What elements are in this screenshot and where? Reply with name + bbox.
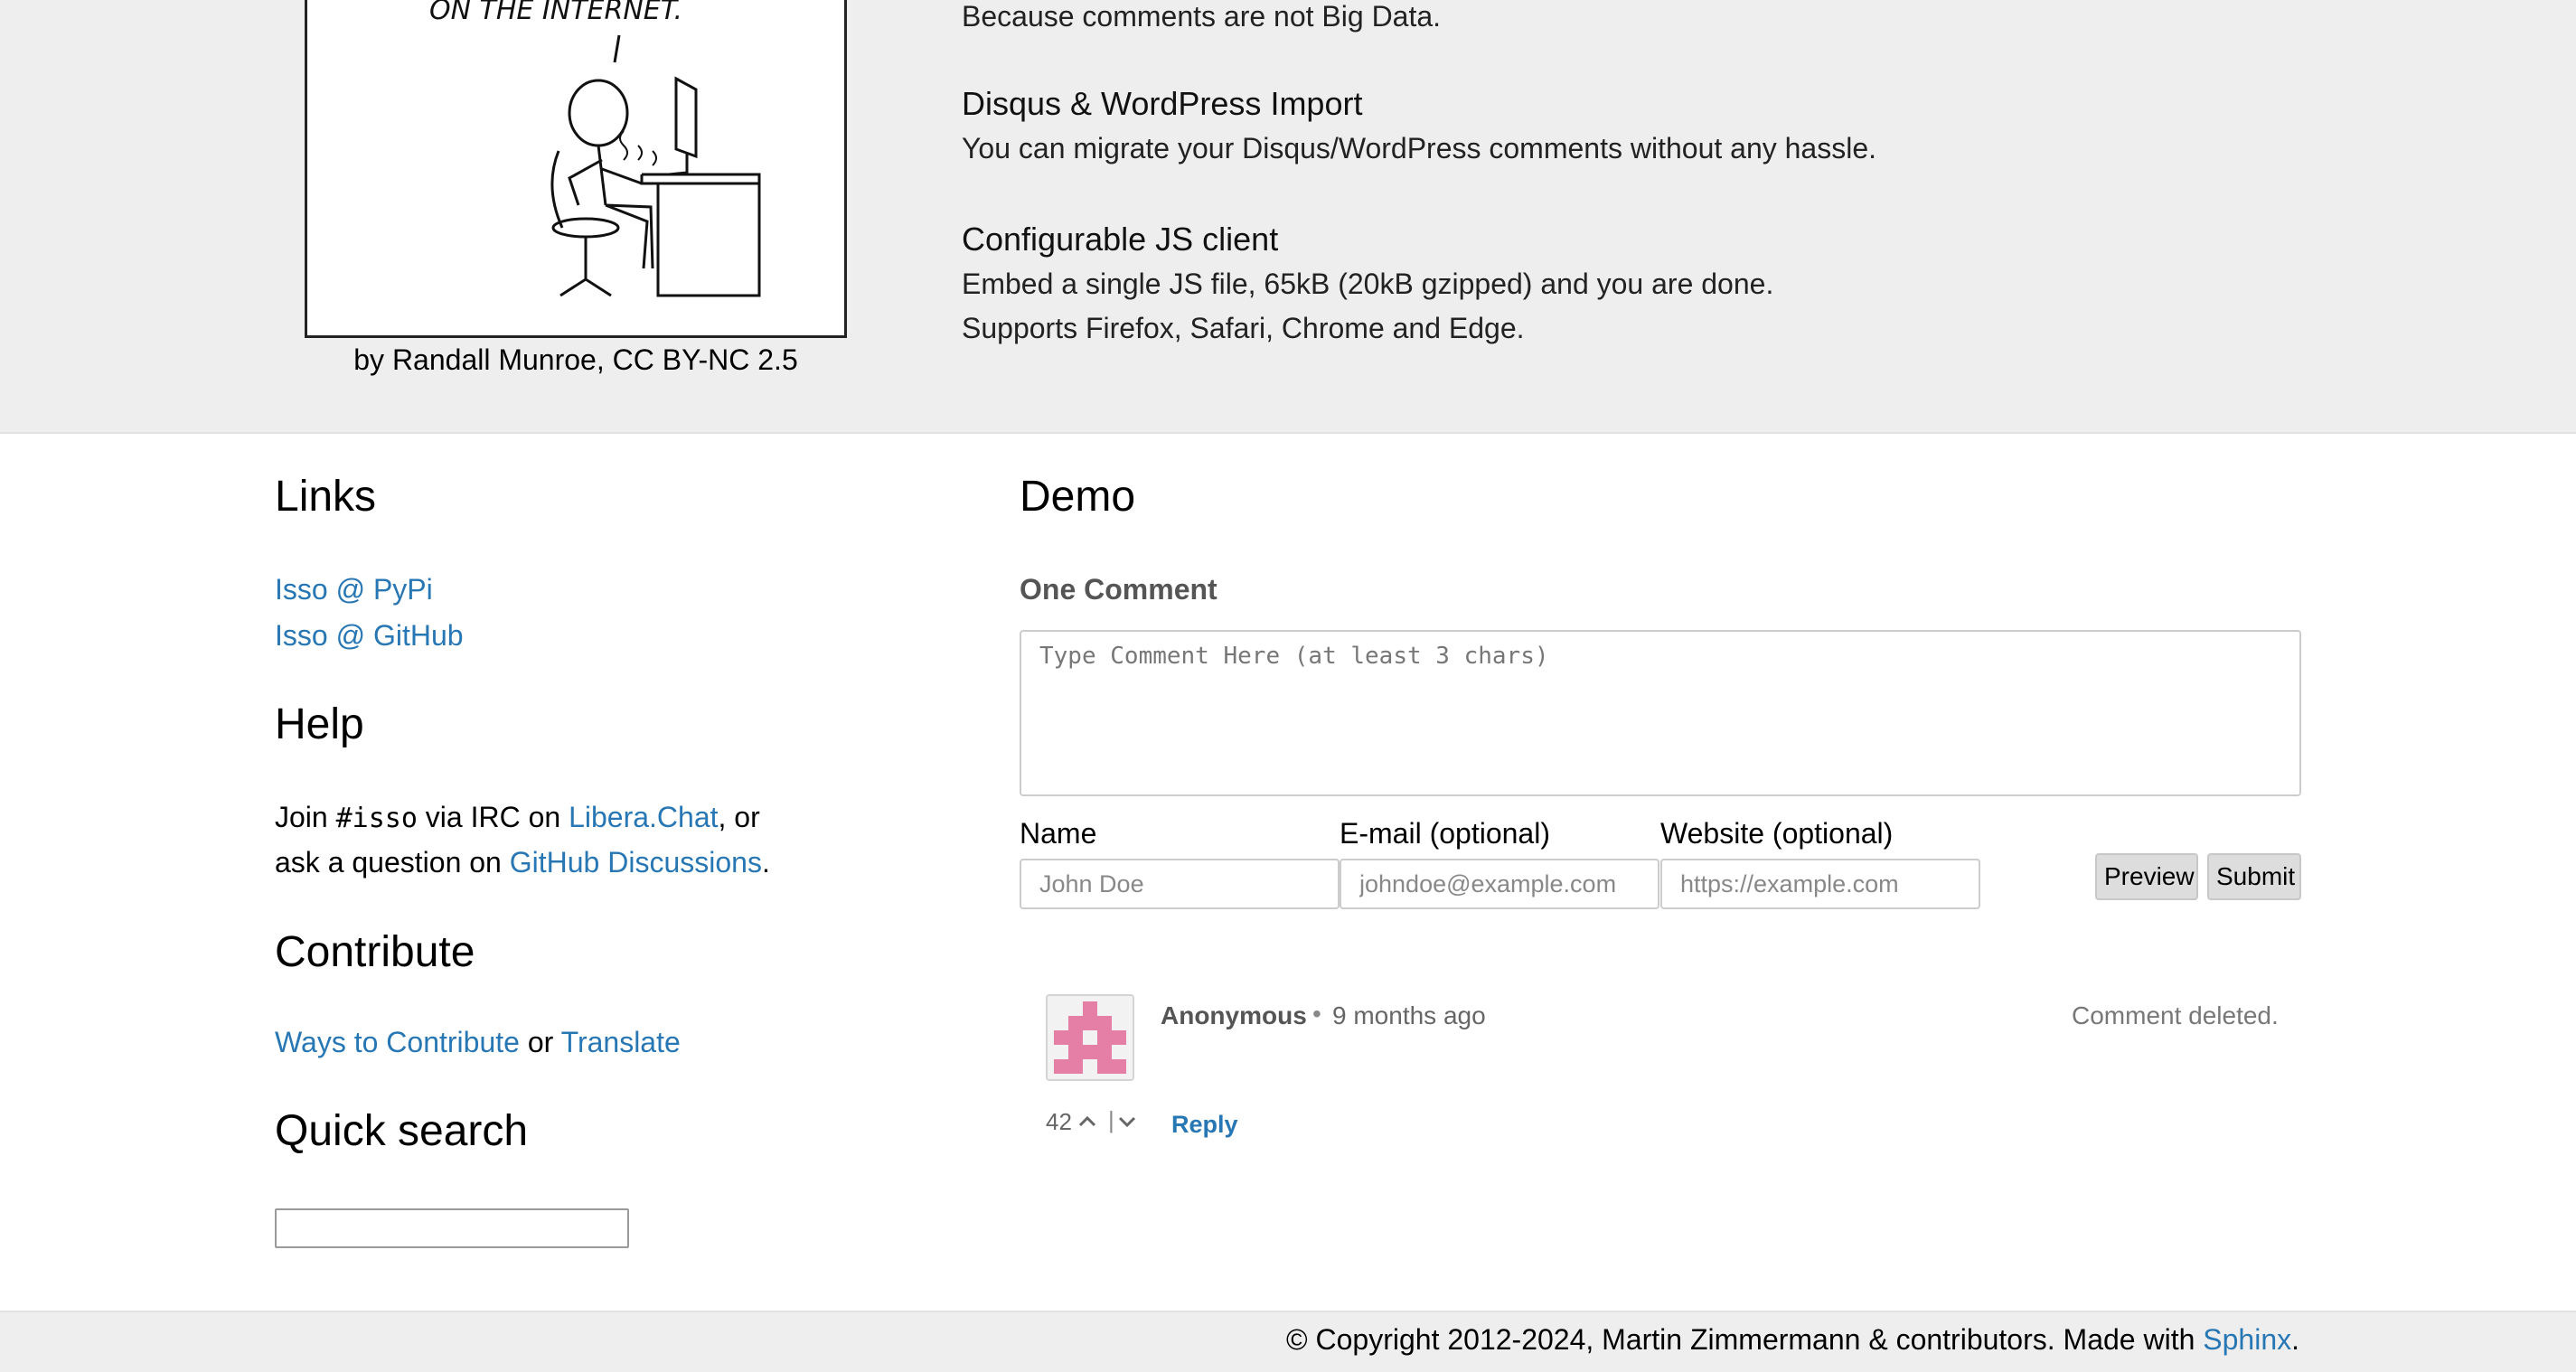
hero-section: ON THE INTERNET. by Randall Munroe, CC B…	[0, 0, 2576, 434]
feature-intro-text: Because comments are not Big Data.	[962, 0, 1442, 33]
footer-copyright-text: © Copyright 2012-2024, Martin Zimmermann…	[1286, 1323, 2204, 1356]
help-text-period: .	[761, 846, 770, 879]
help-text-ask: ask a question on	[275, 846, 510, 879]
vote-count: 42	[1046, 1108, 1072, 1135]
email-input[interactable]	[1340, 859, 1659, 909]
preview-button[interactable]: Preview	[2095, 853, 2198, 900]
contribute-heading: Contribute	[275, 928, 475, 976]
help-line-2: ask a question on GitHub Discussions.	[275, 846, 770, 879]
website-label: Website (optional)	[1660, 817, 1894, 850]
feature-text-js-client-1: Embed a single JS file, 65kB (20kB gzipp…	[962, 268, 1774, 300]
contribute-text-or: or	[519, 1026, 561, 1058]
upvote-icon[interactable]	[1076, 1110, 1099, 1133]
identicon-cell	[1068, 1030, 1083, 1045]
downvote-icon[interactable]	[1115, 1110, 1139, 1133]
xkcd-comic-image: ON THE INTERNET.	[305, 0, 847, 338]
link-isso-pypi[interactable]: Isso @ PyPi	[275, 573, 433, 606]
identicon-cell	[1112, 1059, 1126, 1074]
identicon-cell	[1054, 1030, 1068, 1045]
comment-author: Anonymous	[1161, 1001, 1307, 1029]
link-translate[interactable]: Translate	[561, 1026, 681, 1058]
identicon-cell	[1083, 1045, 1097, 1059]
comment-timestamp[interactable]: 9 months ago	[1332, 1001, 1486, 1030]
email-label: E-mail (optional)	[1340, 817, 1550, 850]
links-heading: Links	[275, 473, 377, 521]
comic-speech-text: ON THE INTERNET.	[429, 0, 682, 26]
reply-link[interactable]: Reply	[1171, 1111, 1238, 1139]
quick-search-heading: Quick search	[275, 1107, 529, 1155]
footer-copyright: © Copyright 2012-2024, Martin Zimmermann…	[1286, 1323, 2299, 1357]
name-input[interactable]	[1020, 859, 1340, 909]
link-isso-github[interactable]: Isso @ GitHub	[275, 619, 464, 653]
feature-text-import: You can migrate your Disqus/WordPress co…	[962, 132, 1877, 164]
link-libera-chat[interactable]: Libera.Chat	[569, 801, 718, 833]
identicon-cell	[1054, 1059, 1068, 1074]
identicon-cell	[1097, 1030, 1112, 1045]
identicon-cell	[1097, 1016, 1112, 1030]
comment-separator: •	[1312, 1000, 1321, 1028]
thread-comment-count: One Comment	[1020, 573, 1217, 606]
quick-search-input[interactable]	[275, 1208, 629, 1248]
help-text-join: Join	[275, 801, 336, 833]
name-label: Name	[1020, 817, 1097, 850]
irc-channel-code: #isso	[335, 803, 418, 834]
website-input[interactable]	[1660, 859, 1980, 909]
identicon-cell	[1097, 1059, 1112, 1074]
link-github-discussions[interactable]: GitHub Discussions	[510, 846, 762, 879]
feature-text-js-client-2: Supports Firefox, Safari, Chrome and Edg…	[962, 312, 1525, 344]
contribute-line: Ways to Contribute or Translate	[275, 1026, 681, 1059]
identicon-cell	[1068, 1045, 1083, 1059]
link-sphinx[interactable]: Sphinx	[2203, 1323, 2291, 1356]
identicon-cell	[1068, 1059, 1083, 1074]
avatar	[1046, 994, 1134, 1081]
vote-separator: |	[1108, 1106, 1114, 1133]
comment-textarea[interactable]	[1020, 630, 2301, 796]
identicon	[1054, 1001, 1126, 1074]
identicon-cell	[1097, 1045, 1112, 1059]
help-text-or: , or	[718, 801, 760, 833]
identicon-cell	[1068, 1016, 1083, 1030]
identicon-cell	[1083, 1016, 1097, 1030]
demo-heading: Demo	[1020, 473, 1136, 521]
identicon-cell	[1083, 1001, 1097, 1016]
comic-caption: by Randall Munroe, CC BY-NC 2.5	[353, 343, 798, 376]
identicon-cell	[1112, 1030, 1126, 1045]
help-heading: Help	[275, 700, 364, 748]
submit-button[interactable]: Submit	[2207, 853, 2301, 900]
help-text-via-irc: via IRC on	[417, 801, 569, 833]
help-line-1: Join #isso via IRC on Libera.Chat, or	[275, 801, 760, 834]
link-ways-to-contribute[interactable]: Ways to Contribute	[275, 1026, 520, 1058]
footer-end-period: .	[2291, 1323, 2299, 1356]
feature-title-import: Disqus & WordPress Import	[962, 85, 1363, 122]
comment-deleted-text: Comment deleted.	[2072, 1001, 2279, 1029]
footer: © Copyright 2012-2024, Martin Zimmermann…	[0, 1311, 2576, 1372]
comic-drawing: ON THE INTERNET.	[429, 0, 761, 297]
feature-title-js-client: Configurable JS client	[962, 221, 1279, 258]
